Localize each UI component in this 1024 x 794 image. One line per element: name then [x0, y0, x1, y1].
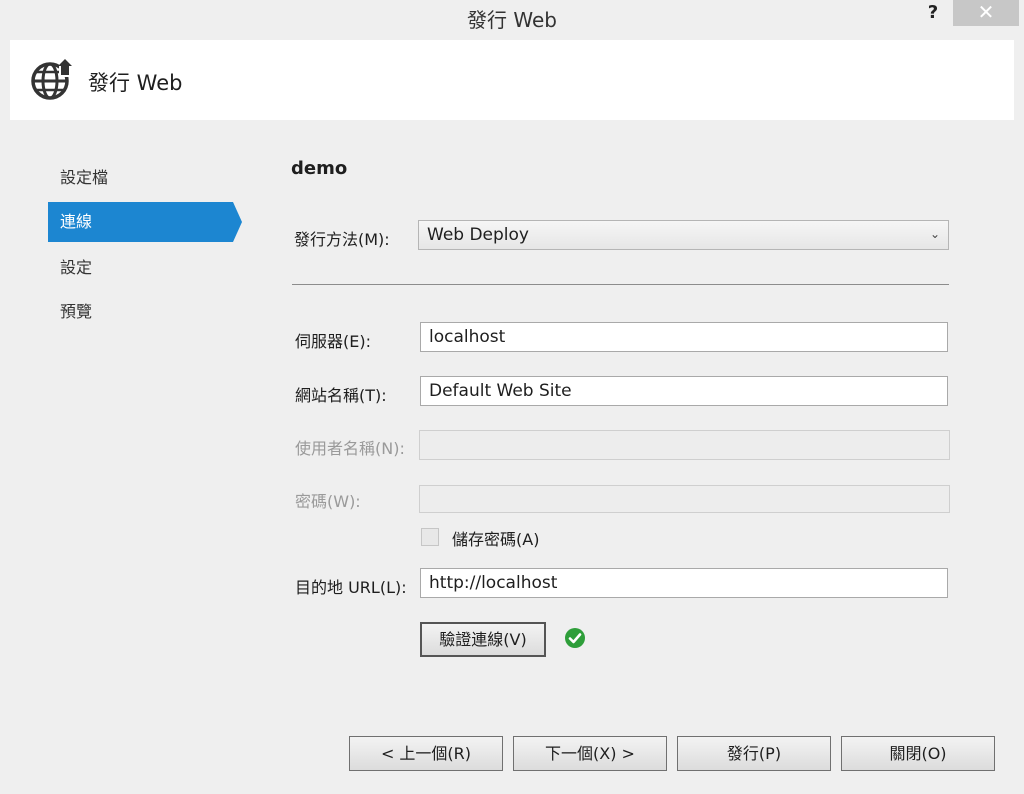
- close-window-button[interactable]: ✕: [953, 0, 1019, 26]
- server-value: localhost: [429, 327, 506, 347]
- help-button[interactable]: ?: [920, 0, 946, 26]
- password-input[interactable]: [419, 485, 950, 513]
- publish-method-value: Web Deploy: [427, 225, 529, 245]
- check-success-icon: [565, 628, 585, 648]
- publish-button[interactable]: 發行(P): [677, 736, 831, 771]
- server-input[interactable]: localhost: [420, 322, 948, 352]
- close-button[interactable]: 關閉(O): [841, 736, 995, 771]
- destination-url-value: http://localhost: [429, 573, 558, 593]
- validate-connection-button[interactable]: 驗證連線(V): [420, 622, 546, 657]
- server-label: 伺服器(E):: [295, 332, 371, 351]
- profile-name: demo: [291, 158, 348, 179]
- globe-publish-icon: [31, 59, 73, 100]
- sidebar-item-connection[interactable]: 連線: [48, 202, 242, 242]
- dialog-header: 發行 Web: [10, 40, 1014, 120]
- save-password-checkbox[interactable]: [421, 528, 439, 546]
- publish-method-select[interactable]: Web Deploy ⌄: [418, 220, 949, 250]
- destination-url-input[interactable]: http://localhost: [420, 568, 948, 598]
- site-name-input[interactable]: Default Web Site: [420, 376, 948, 406]
- sidebar-item-profile[interactable]: 設定檔: [48, 158, 233, 198]
- site-name-label: 網站名稱(T):: [295, 386, 387, 405]
- title-bar: 發行 Web ? ✕: [0, 0, 1024, 38]
- save-password-label[interactable]: 儲存密碼(A): [452, 526, 539, 550]
- site-name-value: Default Web Site: [429, 381, 572, 401]
- previous-button[interactable]: < 上一個(R): [349, 736, 503, 771]
- section-divider: [292, 284, 949, 285]
- password-label: 密碼(W):: [295, 492, 361, 511]
- publish-method-label: 發行方法(M):: [294, 230, 390, 249]
- publish-web-dialog: 發行 Web ? ✕ 發行 Web 設定檔 連線 設定 預覽 demo 發行方法…: [0, 0, 1024, 794]
- window-title: 發行 Web: [467, 8, 557, 32]
- header-title: 發行 Web: [88, 71, 183, 95]
- sidebar-item-settings[interactable]: 設定: [48, 248, 233, 288]
- destination-url-label: 目的地 URL(L):: [295, 578, 407, 597]
- chevron-down-icon: ⌄: [929, 227, 940, 241]
- next-button[interactable]: 下一個(X) >: [513, 736, 667, 771]
- sidebar-item-preview[interactable]: 預覽: [48, 292, 233, 332]
- username-label: 使用者名稱(N):: [295, 439, 405, 458]
- username-input[interactable]: [419, 430, 950, 460]
